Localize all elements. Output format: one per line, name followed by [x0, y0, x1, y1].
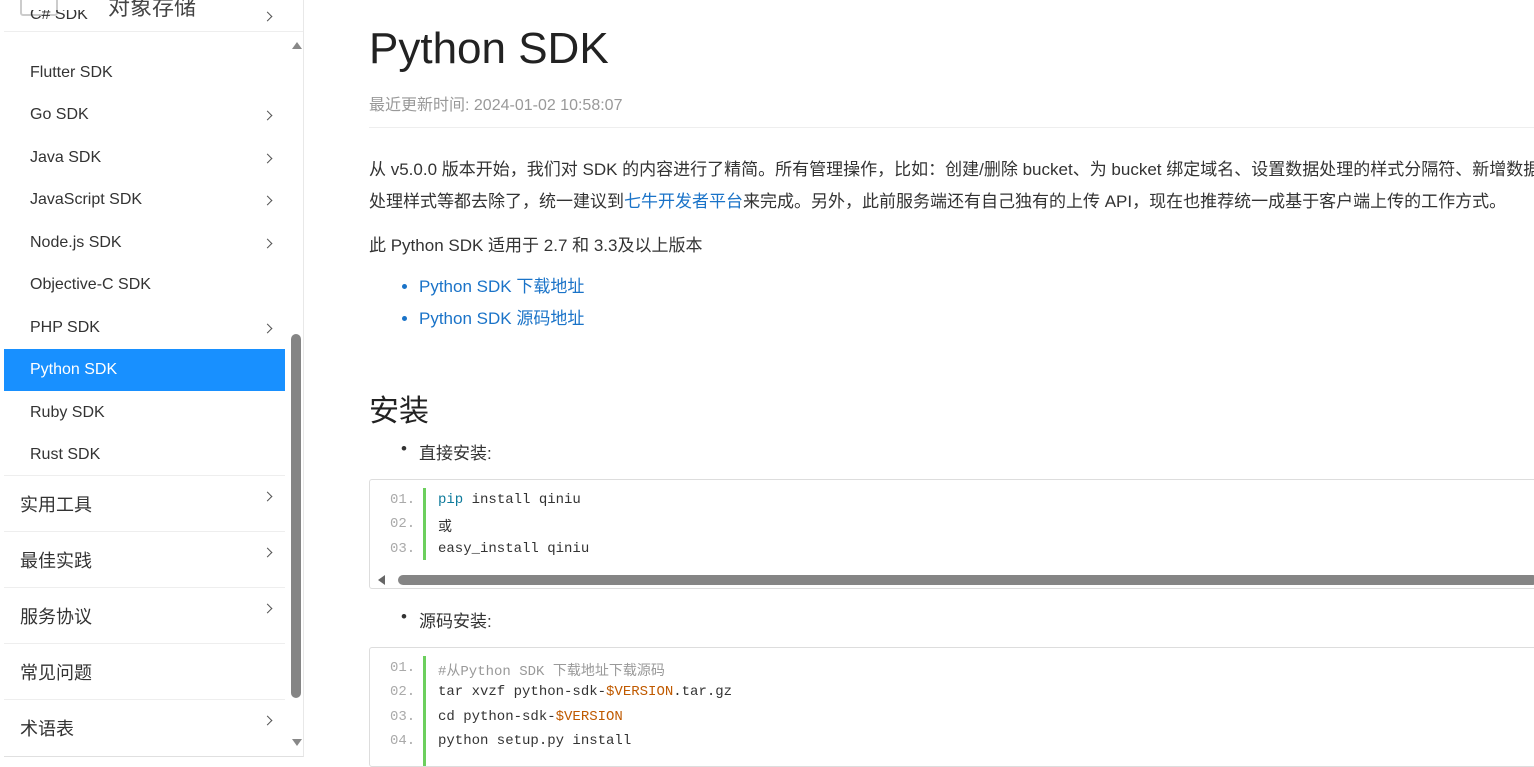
sidebar-item-label: 实用工具 — [20, 494, 92, 515]
developer-platform-link[interactable]: 七牛开发者平台 — [624, 192, 743, 211]
code-comment: #从Python SDK 下载地址下载源码 — [438, 664, 665, 680]
code-text: tar xvzf python-sdk- — [438, 684, 607, 700]
last-updated: 最近更新时间: 2024-01-02 10:58:07 — [369, 97, 623, 114]
chevron-right-icon — [262, 11, 273, 22]
sidebar-item-label: Rust SDK — [30, 445, 101, 463]
chevron-right-icon — [262, 195, 273, 205]
direct-install-label: 直接安装: — [401, 439, 492, 464]
line-number: 03. — [390, 709, 416, 725]
sdk-download-link[interactable]: Python SDK 下载地址 — [419, 277, 584, 296]
sidebar-item-javascript-sdk[interactable]: JavaScript SDK — [4, 179, 285, 221]
line-number: 02. — [390, 516, 416, 532]
line-number: 02. — [390, 684, 416, 700]
chevron-right-icon — [262, 547, 273, 558]
sidebar-item-label: Go SDK — [30, 106, 89, 123]
sidebar-item-label: Objective-C SDK — [30, 276, 151, 293]
sidebar-item-flutter-sdk[interactable]: Flutter SDK — [4, 52, 285, 94]
code-text: easy_install qiniu — [438, 541, 590, 557]
sidebar-item-label: 最佳实践 — [20, 550, 92, 571]
divider — [369, 127, 1534, 128]
scrollbar-thumb[interactable] — [291, 334, 301, 698]
chevron-right-icon — [262, 238, 273, 248]
sidebar-item-java-sdk[interactable]: Java SDK — [4, 137, 285, 179]
list-item: Python SDK 下载地址 — [419, 273, 584, 305]
version-note: 此 Python SDK 适用于 2.7 和 3.3及以上版本 — [369, 236, 703, 255]
sidebar-item-tools[interactable]: 实用工具 — [4, 476, 285, 532]
scroll-down-arrow-icon[interactable] — [292, 739, 302, 746]
code-text: .tar.gz — [673, 684, 733, 700]
sdk-source-link[interactable]: Python SDK 源码地址 — [419, 309, 584, 328]
scroll-up-arrow-icon[interactable] — [292, 42, 302, 49]
code-variable: $VERSION — [606, 684, 674, 700]
sidebar-item-objective-c-sdk[interactable]: Objective-C SDK — [4, 264, 285, 306]
sidebar-item-service-agreement[interactable]: 服务协议 — [4, 588, 285, 644]
sidebar-item-label: 常见问题 — [20, 662, 92, 683]
code-gutter — [423, 656, 426, 766]
line-number: 04. — [390, 733, 416, 749]
sidebar-item-label: 术语表 — [20, 719, 74, 739]
chevron-right-icon — [262, 153, 273, 163]
sidebar-item-label: 服务协议 — [20, 606, 92, 627]
intro-text: 来完成。另外，此前服务端还有自己独有的上传 API，现在也推荐统一成基于客户端上… — [743, 192, 1507, 211]
chevron-right-icon — [262, 491, 273, 502]
scrollbar-thumb[interactable] — [398, 575, 1534, 585]
code-text: tar xvzf python-sdk-$VERSION.tar.gz — [438, 684, 732, 700]
sidebar-item-glossary[interactable]: 术语表 — [4, 700, 285, 756]
sidebar-item-python-sdk[interactable]: Python SDK — [4, 349, 285, 391]
code-text: cd python-sdk- — [438, 709, 556, 725]
source-install-label: 源码安装: — [401, 607, 492, 632]
code-horizontal-scrollbar[interactable] — [378, 575, 1534, 585]
sidebar-item-label: Flutter SDK — [30, 64, 113, 81]
chevron-right-icon — [262, 110, 273, 120]
scroll-left-arrow-icon[interactable] — [378, 575, 385, 585]
intro-line-2: 处理样式等都去除了，统一建议到七牛开发者平台来完成。另外，此前服务端还有自己独有… — [369, 186, 1534, 218]
sidebar: 对象存储 C# SDK Flutter SDK Go SDK Java SDK … — [4, 0, 304, 757]
code-keyword: pip — [438, 492, 464, 508]
sidebar-item-php-sdk[interactable]: PHP SDK — [4, 307, 285, 349]
sidebar-item-label: PHP SDK — [30, 319, 100, 336]
line-number: 03. — [390, 541, 416, 557]
sidebar-item-ruby-sdk[interactable]: Ruby SDK — [4, 392, 285, 434]
sidebar-item-label: Python SDK — [30, 361, 118, 378]
sidebar-item-go-sdk[interactable]: Go SDK — [4, 94, 285, 136]
sidebar-item-nodejs-sdk[interactable]: Node.js SDK — [4, 222, 285, 264]
chevron-right-icon — [262, 323, 273, 333]
chevron-right-icon — [262, 715, 273, 726]
main-content: Python SDK 最近更新时间: 2024-01-02 10:58:07 从… — [369, 0, 1534, 767]
intro-line-1: 从 v5.0.0 版本开始，我们对 SDK 的内容进行了精简。所有管理操作，比如… — [369, 160, 1534, 179]
code-block-direct-install: 01. pip install qiniu 02. 或 03. easy_ins… — [369, 479, 1534, 589]
sidebar-item-faq[interactable]: 常见问题 — [4, 644, 285, 700]
code-text: 或 — [438, 520, 452, 536]
chevron-right-icon — [262, 603, 273, 614]
list-item: Python SDK 源码地址 — [419, 305, 584, 337]
code-variable: $VERSION — [555, 709, 623, 725]
code-gutter — [423, 488, 426, 560]
sidebar-item-csharp-sdk[interactable]: C# SDK — [4, 10, 285, 40]
page-title: Python SDK — [369, 24, 609, 73]
download-links: Python SDK 下载地址 Python SDK 源码地址 — [419, 273, 584, 337]
sidebar-item-best-practices[interactable]: 最佳实践 — [4, 532, 285, 588]
sidebar-item-rust-sdk[interactable]: Rust SDK — [4, 434, 285, 476]
line-number: 01. — [390, 660, 416, 676]
intro-text: 处理样式等都去除了，统一建议到 — [369, 192, 624, 211]
code-text: python setup.py install — [438, 733, 632, 749]
code-text: cd python-sdk-$VERSION — [438, 709, 623, 725]
sidebar-item-label: Ruby SDK — [30, 404, 105, 421]
sidebar-item-label: C# SDK — [30, 10, 88, 23]
code-text: pip install qiniu — [438, 492, 581, 508]
code-text: install qiniu — [463, 492, 581, 508]
sidebar-scrollbar[interactable] — [288, 36, 303, 756]
intro-paragraph: 从 v5.0.0 版本开始，我们对 SDK 的内容进行了精简。所有管理操作，比如… — [369, 154, 1534, 218]
line-number: 01. — [390, 492, 416, 508]
sidebar-item-label: Java SDK — [30, 149, 102, 166]
sidebar-item-label: Node.js SDK — [30, 234, 122, 251]
install-heading: 安装 — [369, 395, 429, 428]
sidebar-item-label: JavaScript SDK — [30, 191, 143, 208]
code-block-source-install: 01. #从Python SDK 下载地址下载源码 02. tar xvzf p… — [369, 647, 1534, 767]
